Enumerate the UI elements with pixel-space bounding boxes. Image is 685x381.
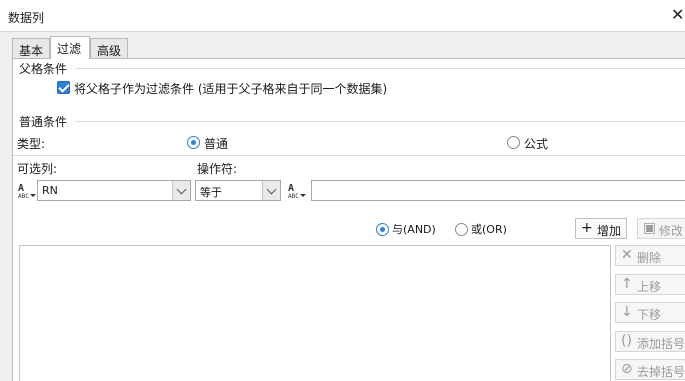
- remove-bracket-icon: ⊘: [621, 361, 633, 377]
- column-select[interactable]: RN: [37, 180, 191, 201]
- filter-panel: 父格条件 将父格子作为过滤条件 (适用于父子格来自于同一个数据集) 普通条件 类…: [12, 58, 685, 381]
- normal-condition-legend: 普通条件: [19, 115, 68, 129]
- parent-filter-checkbox[interactable]: [57, 81, 70, 94]
- operator-select-value: 等于: [200, 186, 222, 199]
- parent-condition-legend: 父格条件: [19, 62, 68, 76]
- bracket-icon: (): [621, 333, 632, 349]
- add-bracket-button[interactable]: () 添加括号: [615, 331, 685, 352]
- move-down-button[interactable]: ↓ 下移: [615, 302, 685, 323]
- arrow-down-icon: ↓: [621, 304, 633, 320]
- column-dialog: 数据列 ✕ 基本 过滤 高级 父格条件 将父格子作为过滤条件 (适用于父子格来自…: [0, 0, 685, 381]
- operator-label: 操作符:: [197, 162, 238, 176]
- column-select-value: RN: [42, 184, 58, 197]
- type-label: 类型:: [17, 137, 46, 151]
- condition-list[interactable]: [19, 245, 611, 381]
- logic-or-label: 或(OR): [471, 223, 507, 236]
- logic-and-label: 与(AND): [392, 223, 436, 236]
- divider: [75, 121, 685, 122]
- arrow-up-icon: ↑: [621, 276, 633, 292]
- dialog-title: 数据列: [8, 11, 45, 25]
- tab-basic[interactable]: 基本: [12, 38, 50, 59]
- value-type-icon[interactable]: A ABC: [287, 181, 307, 201]
- title-bar: 数据列 ✕: [0, 0, 685, 32]
- type-formula-radio[interactable]: [507, 136, 520, 149]
- delete-button[interactable]: ✕ 删除: [615, 245, 685, 266]
- edit-icon: ▣: [643, 220, 657, 236]
- tab-filter[interactable]: 过滤: [50, 36, 90, 59]
- modify-button[interactable]: ▣ 修改: [637, 218, 685, 239]
- column-label: 可选列:: [17, 162, 58, 176]
- plus-icon: +: [581, 220, 593, 236]
- x-icon: ✕: [621, 247, 633, 263]
- logic-and-radio[interactable]: [376, 223, 389, 236]
- type-formula-label: 公式: [524, 137, 549, 151]
- remove-bracket-button[interactable]: ⊘ 去掉括号: [615, 359, 685, 380]
- type-normal-radio[interactable]: [187, 136, 200, 149]
- tab-advanced[interactable]: 高级: [90, 38, 128, 59]
- chevron-down-icon[interactable]: [262, 181, 280, 200]
- column-type-icon[interactable]: A ABC: [17, 181, 37, 201]
- chevron-down-icon[interactable]: [172, 181, 190, 200]
- condition-value-input[interactable]: [311, 180, 685, 201]
- add-button[interactable]: + 增加: [575, 218, 627, 239]
- parent-filter-label: 将父格子作为过滤条件 (适用于父子格来自于同一个数据集): [74, 82, 388, 96]
- logic-or-radio[interactable]: [455, 223, 468, 236]
- close-icon[interactable]: ✕: [671, 6, 685, 24]
- type-normal-label: 普通: [204, 137, 229, 151]
- move-up-button[interactable]: ↑ 上移: [615, 274, 685, 295]
- divider: [75, 68, 685, 69]
- operator-select[interactable]: 等于: [195, 180, 281, 201]
- divider: [13, 155, 685, 156]
